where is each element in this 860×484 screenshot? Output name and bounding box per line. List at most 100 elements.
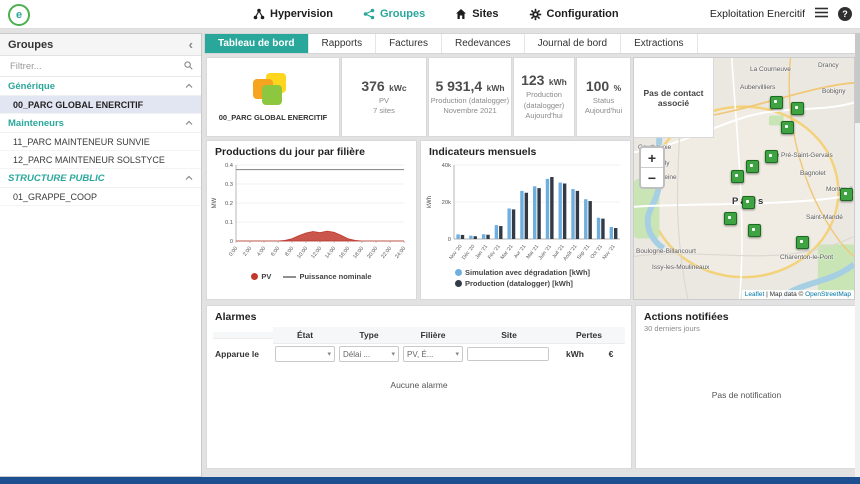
filter-input[interactable] <box>8 60 180 73</box>
alarms-table: État Type Filière Site Pertes Apparue le… <box>213 327 625 390</box>
logo-square-green <box>262 85 282 105</box>
osm-link[interactable]: OpenStreetMap <box>805 291 851 298</box>
legend-item-production[interactable]: Production (datalogger) [kWh] <box>455 279 573 288</box>
groups-icon <box>363 8 375 20</box>
svg-text:Août '21: Août '21 <box>562 244 578 262</box>
leaflet-link[interactable]: Leaflet <box>745 291 765 298</box>
map-place-label: Issy-les-Moulineaux <box>652 264 709 271</box>
sidebar-item-parc-global[interactable]: 00_PARC GLOBAL ENERCITIF <box>0 96 201 114</box>
nav-label: Sites <box>472 8 498 20</box>
map-attribution: Leaflet | Map data © OpenStreetMap <box>742 290 854 299</box>
chevron-up-icon <box>185 81 193 92</box>
col-header-type: Type <box>337 327 401 344</box>
svg-text:Sep '21: Sep '21 <box>576 244 591 261</box>
alarms-title: Alarmes <box>207 306 631 324</box>
account-name[interactable]: Exploitation Enercitif <box>710 8 805 20</box>
tab-tableau-de-bord[interactable]: Tableau de bord <box>205 34 309 53</box>
brand-logo[interactable]: e <box>8 4 30 26</box>
section-label: Mainteneurs <box>8 118 64 129</box>
nav-item-hypervision[interactable]: Hypervision <box>253 8 333 20</box>
site-marker-icon[interactable] <box>742 196 755 209</box>
kpi-unit: % <box>614 83 622 93</box>
caret-down-icon: ▾ <box>391 350 395 358</box>
filiere-filter-select[interactable]: PV, É... ▾ <box>403 346 463 362</box>
site-marker-icon[interactable] <box>765 150 778 163</box>
site-marker-icon[interactable] <box>840 188 853 201</box>
svg-text:24:00: 24:00 <box>394 246 407 260</box>
actions-empty-message: Pas de notification <box>636 390 857 400</box>
tab-redevances[interactable]: Redevances <box>442 34 525 53</box>
site-marker-icon[interactable] <box>746 160 759 173</box>
nav-label: Hypervision <box>270 8 333 20</box>
unit-kwh: kWh <box>553 349 597 359</box>
kpi-card-status: 100 % Status Aujourd'hui <box>576 57 631 137</box>
map-place-label: Charenton-le-Pont <box>780 254 833 261</box>
col-header-site: Site <box>465 327 553 344</box>
help-icon[interactable]: ? <box>838 7 852 21</box>
map-place-label: Aubervilliers <box>740 84 775 91</box>
type-filter-select[interactable]: Délai ... ▾ <box>339 346 399 362</box>
tab-factures[interactable]: Factures <box>376 34 442 53</box>
site-filter-input[interactable] <box>467 347 549 361</box>
app-window: e Hypervision Groupes Sites <box>0 0 860 484</box>
sidebar-section-structure-public[interactable]: STRUCTURE PUBLIC <box>0 169 201 188</box>
kpi-card-today-production: 123 kWh Production (datalogger) Aujourd'… <box>513 57 575 137</box>
kpi-sub: PV <box>379 96 389 107</box>
kpi-sub: Aujourd'hui <box>525 111 562 122</box>
sidebar-item-mainteneur-solstyce[interactable]: 12_PARC MAINTENEUR SOLSTYCE <box>0 151 201 169</box>
site-marker-icon[interactable] <box>731 170 744 183</box>
home-icon <box>455 8 467 20</box>
nav-item-groupes[interactable]: Groupes <box>363 8 425 20</box>
kpi-row: 00_PARC GLOBAL ENERCITIF 376 kWc PV 7 si… <box>206 57 631 137</box>
tab-extractions[interactable]: Extractions <box>621 34 697 53</box>
legend-label: PV <box>261 272 271 281</box>
zoom-out-button[interactable]: − <box>641 168 663 187</box>
daily-chart-legend: PV Puissance nominale <box>207 272 416 281</box>
col-header-etat: État <box>273 327 337 344</box>
legend-item-nominal[interactable]: Puissance nominale <box>283 272 371 281</box>
legend-item-simulation[interactable]: Simulation avec dégradation [kWh] <box>455 268 590 277</box>
tab-rapports[interactable]: Rapports <box>309 34 377 53</box>
sidebar-item-label: 00_PARC GLOBAL ENERCITIF <box>13 100 143 110</box>
svg-text:16:00: 16:00 <box>338 246 351 260</box>
nav-item-sites[interactable]: Sites <box>455 8 498 20</box>
section-label: Générique <box>8 81 55 92</box>
sidebar-collapse-icon[interactable]: ‹ <box>189 37 193 52</box>
monthly-chart-svg: 020k40kkWhNov '20Déc '20Jan '21Fév '21Ma… <box>424 159 627 267</box>
sidebar-header: Groupes ‹ <box>0 34 201 56</box>
kpi-sub: Status <box>593 96 614 107</box>
nav-label: Configuration <box>547 8 619 20</box>
sidebar-item-mainteneur-sunvie[interactable]: 11_PARC MAINTENEUR SUNVIE <box>0 133 201 151</box>
search-icon <box>184 57 193 75</box>
sidebar-item-grappe-coop[interactable]: 01_GRAPPE_COOP <box>0 188 201 206</box>
svg-text:20:00: 20:00 <box>366 246 379 260</box>
legend-label: Production (datalogger) [kWh] <box>465 279 573 288</box>
site-marker-icon[interactable] <box>770 96 783 109</box>
actions-title: Actions notifiées <box>636 306 857 324</box>
gear-icon <box>529 8 542 21</box>
site-marker-icon[interactable] <box>781 121 794 134</box>
sidebar-section-generique[interactable]: Générique <box>0 77 201 96</box>
pv-legend-dot-icon <box>251 273 258 280</box>
nav-item-configuration[interactable]: Configuration <box>529 8 619 21</box>
svg-text:6:00: 6:00 <box>270 246 281 258</box>
scrollbar-thumb[interactable] <box>855 33 860 123</box>
zoom-in-button[interactable]: + <box>641 148 663 168</box>
chevron-up-icon <box>185 118 193 129</box>
header-spacer <box>213 332 273 339</box>
svg-text:0: 0 <box>230 239 233 245</box>
chevron-up-icon <box>185 173 193 184</box>
kpi-card-group: 00_PARC GLOBAL ENERCITIF <box>206 57 340 137</box>
svg-text:Mar '21: Mar '21 <box>500 244 515 261</box>
etat-filter-select[interactable]: ▾ <box>275 346 335 362</box>
site-marker-icon[interactable] <box>791 102 804 115</box>
map-place-label: La Courneuve <box>750 66 791 73</box>
tab-journal-de-bord[interactable]: Journal de bord <box>525 34 622 53</box>
legend-item-pv[interactable]: PV <box>251 272 271 281</box>
sidebar-section-mainteneurs[interactable]: Mainteneurs <box>0 114 201 133</box>
site-marker-icon[interactable] <box>724 212 737 225</box>
menu-icon[interactable] <box>815 5 828 23</box>
sites-map[interactable]: Pas de contact associé + − Leaflet | Map… <box>633 57 855 300</box>
site-marker-icon[interactable] <box>748 224 761 237</box>
site-marker-icon[interactable] <box>796 236 809 249</box>
